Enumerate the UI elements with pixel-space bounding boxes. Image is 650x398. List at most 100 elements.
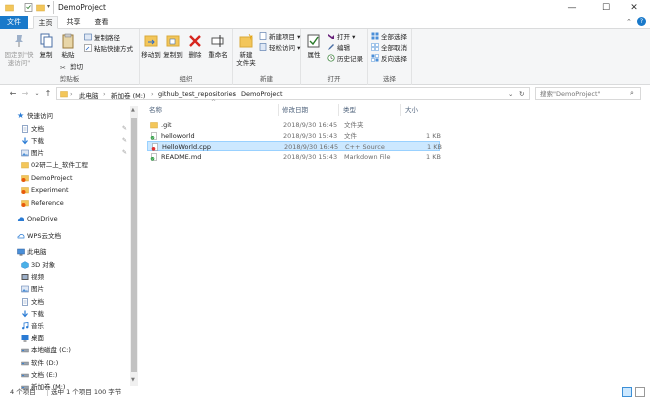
recent-dropdown-icon[interactable]: ⌄	[32, 88, 42, 99]
address-dropdown-icon[interactable]: ⌄	[508, 90, 513, 98]
pin-quick-access-button[interactable]: 固定到"快 速访问"	[4, 33, 34, 67]
file-row[interactable]: .git 2018/9/30 16:45 文件夹	[147, 120, 440, 130]
tab-view[interactable]: 查看	[89, 16, 114, 29]
status-bar: 4 个项目 选中 1 个项目 100 字节	[0, 386, 650, 398]
nav-pc-item[interactable]: 文档 (E:)	[0, 369, 130, 381]
nav-pc-item[interactable]: 软件 (D:)	[0, 357, 130, 369]
nav-quick-item[interactable]: 图片 ✎	[0, 147, 130, 159]
properties-qa-icon[interactable]	[24, 3, 33, 12]
new-folder-icon	[239, 33, 253, 48]
properties-button[interactable]: 属性	[305, 33, 323, 59]
nav-pane-scrollbar[interactable]: ▲ ▼	[130, 106, 138, 386]
easy-access-label: 轻松访问 ▾	[269, 44, 301, 52]
close-button[interactable]: ✕	[618, 0, 650, 16]
pin-icon[interactable]: ✎	[122, 135, 127, 147]
paste-button[interactable]: 粘贴	[58, 33, 78, 59]
nav-pc-item-label: 文档 (E:)	[31, 370, 58, 379]
breadcrumb-this-pc[interactable]: 此电脑	[79, 90, 99, 100]
breadcrumb-demoproject[interactable]: DemoProject	[241, 90, 283, 98]
file-size: 1 KB	[427, 143, 442, 152]
nav-pc-item-label: 文档	[31, 297, 44, 306]
nav-pc-item[interactable]: 图片	[0, 283, 130, 295]
column-separator[interactable]	[400, 104, 401, 116]
column-separator[interactable]	[278, 104, 279, 116]
nav-quick-item[interactable]: 文档 ✎	[0, 123, 130, 135]
easy-access-button[interactable]: 轻松访问 ▾	[259, 43, 300, 53]
history-button[interactable]: 历史记录	[327, 54, 363, 64]
nav-quick-item[interactable]: DemoProject	[0, 172, 130, 184]
back-arrow-icon[interactable]: ←	[8, 88, 18, 99]
pin-icon[interactable]: ✎	[122, 123, 127, 135]
pin-icon[interactable]: ✎	[122, 147, 127, 159]
breadcrumb-volume-m[interactable]: 新加卷 (M:)	[111, 90, 145, 100]
open-button[interactable]: 打开 ▾	[327, 32, 355, 42]
forward-arrow-icon[interactable]: →	[20, 88, 30, 99]
column-separator[interactable]	[338, 104, 339, 116]
move-to-button[interactable]: 移动到	[140, 33, 162, 59]
nav-quick-item[interactable]: 下载 ✎	[0, 135, 130, 147]
column-header-type[interactable]: 类型	[343, 104, 356, 116]
nav-quick-item[interactable]: Experiment	[0, 184, 130, 196]
qa-dropdown-icon[interactable]: ▾	[47, 3, 50, 10]
nav-pc-item[interactable]: 下载	[0, 308, 130, 320]
open-group: 属性 打开 ▾ 编辑 历史记录 打开	[301, 29, 368, 85]
select-all-button[interactable]: 全部选择	[371, 32, 407, 42]
tab-home[interactable]: 主页	[33, 16, 58, 29]
rename-button[interactable]: 重命名	[206, 33, 230, 59]
nav-quick-item-label: 下载	[31, 137, 44, 145]
file-row[interactable]: helloworld 2018/9/30 15:43 文件 1 KB	[147, 131, 441, 141]
paste-shortcut-button[interactable]: 粘贴快捷方式	[84, 44, 133, 54]
title-bar: ▾ DemoProject — ☐ ✕	[0, 0, 650, 16]
cut-button[interactable]: ✂ 剪切	[60, 62, 83, 72]
scroll-down-icon[interactable]: ▼	[131, 377, 135, 383]
nav-pane-scroll-thumb[interactable]	[131, 118, 137, 372]
nav-pc-item[interactable]: 视频	[0, 271, 130, 283]
nav-pc-item[interactable]: 桌面	[0, 332, 130, 344]
up-arrow-icon[interactable]: ↑	[43, 88, 53, 99]
column-header-size[interactable]: 大小	[405, 104, 418, 116]
search-icon[interactable]: ⌕	[630, 89, 634, 98]
details-view-icon[interactable]	[622, 387, 632, 397]
nav-pc-item-label: 3D 对象	[31, 261, 56, 269]
breadcrumb-github-test-repositories[interactable]: github_test_repositories	[158, 90, 236, 98]
paste-icon	[62, 33, 74, 49]
edit-button[interactable]: 编辑	[327, 43, 350, 53]
video-icon	[21, 274, 29, 281]
column-header-date[interactable]: 修改日期	[282, 104, 308, 116]
nav-pc-item[interactable]: 文档	[0, 296, 130, 308]
select-none-button[interactable]: 全部取消	[371, 43, 407, 53]
file-row[interactable]: HelloWorld.cpp 2018/9/30 16:45 C++ Source 1…	[147, 141, 442, 152]
cloud-icon	[17, 217, 25, 221]
pin-label-line2: 速访问"	[7, 59, 31, 67]
invert-selection-button[interactable]: 反向选择	[371, 54, 407, 64]
nav-pc-item[interactable]: 本地磁盘 (C:)	[0, 344, 130, 356]
minimize-button[interactable]: —	[556, 0, 588, 16]
file-row[interactable]: README.md 2018/9/30 15:43 Markdown File 1 K…	[147, 152, 441, 162]
new-folder-qa-icon[interactable]	[36, 3, 45, 12]
select-none-label: 全部取消	[381, 44, 407, 52]
nav-pc-item[interactable]: 3D 对象	[0, 259, 130, 271]
new-group: 新建 文件夹 新建项目 ▾ 轻松访问 ▾ 新建	[233, 29, 301, 85]
search-box[interactable]: ⌕	[535, 87, 641, 100]
scroll-up-icon[interactable]: ▲	[131, 107, 135, 113]
tab-file[interactable]: 文件	[0, 16, 28, 29]
nav-quick-item[interactable]: 02研二上_软件工程	[0, 159, 130, 171]
copy-path-button[interactable]: 复制路径	[84, 33, 120, 43]
delete-button[interactable]: 删除	[186, 33, 204, 59]
picture-icon	[21, 149, 29, 157]
collapse-ribbon-icon[interactable]: ⌃	[626, 18, 632, 26]
address-bar[interactable]: › 此电脑 › 新加卷 (M:) › github_test_repositor…	[56, 87, 530, 100]
column-header-name[interactable]: 名称	[149, 104, 162, 116]
new-folder-button[interactable]: 新建 文件夹	[235, 33, 257, 67]
copy-button[interactable]: 复制	[36, 33, 56, 59]
tab-share[interactable]: 共享	[61, 16, 86, 29]
nav-quick-item[interactable]: Reference	[0, 197, 130, 209]
search-input[interactable]	[540, 90, 628, 98]
nav-pc-item[interactable]: 音乐	[0, 320, 130, 332]
large-icons-view-icon[interactable]	[635, 387, 645, 397]
help-icon[interactable]: ?	[637, 17, 646, 26]
copy-to-button[interactable]: 复制到	[162, 33, 184, 59]
refresh-icon[interactable]: ↻	[519, 90, 524, 98]
folder-icon	[21, 162, 29, 169]
new-item-button[interactable]: 新建项目 ▾	[259, 32, 300, 42]
